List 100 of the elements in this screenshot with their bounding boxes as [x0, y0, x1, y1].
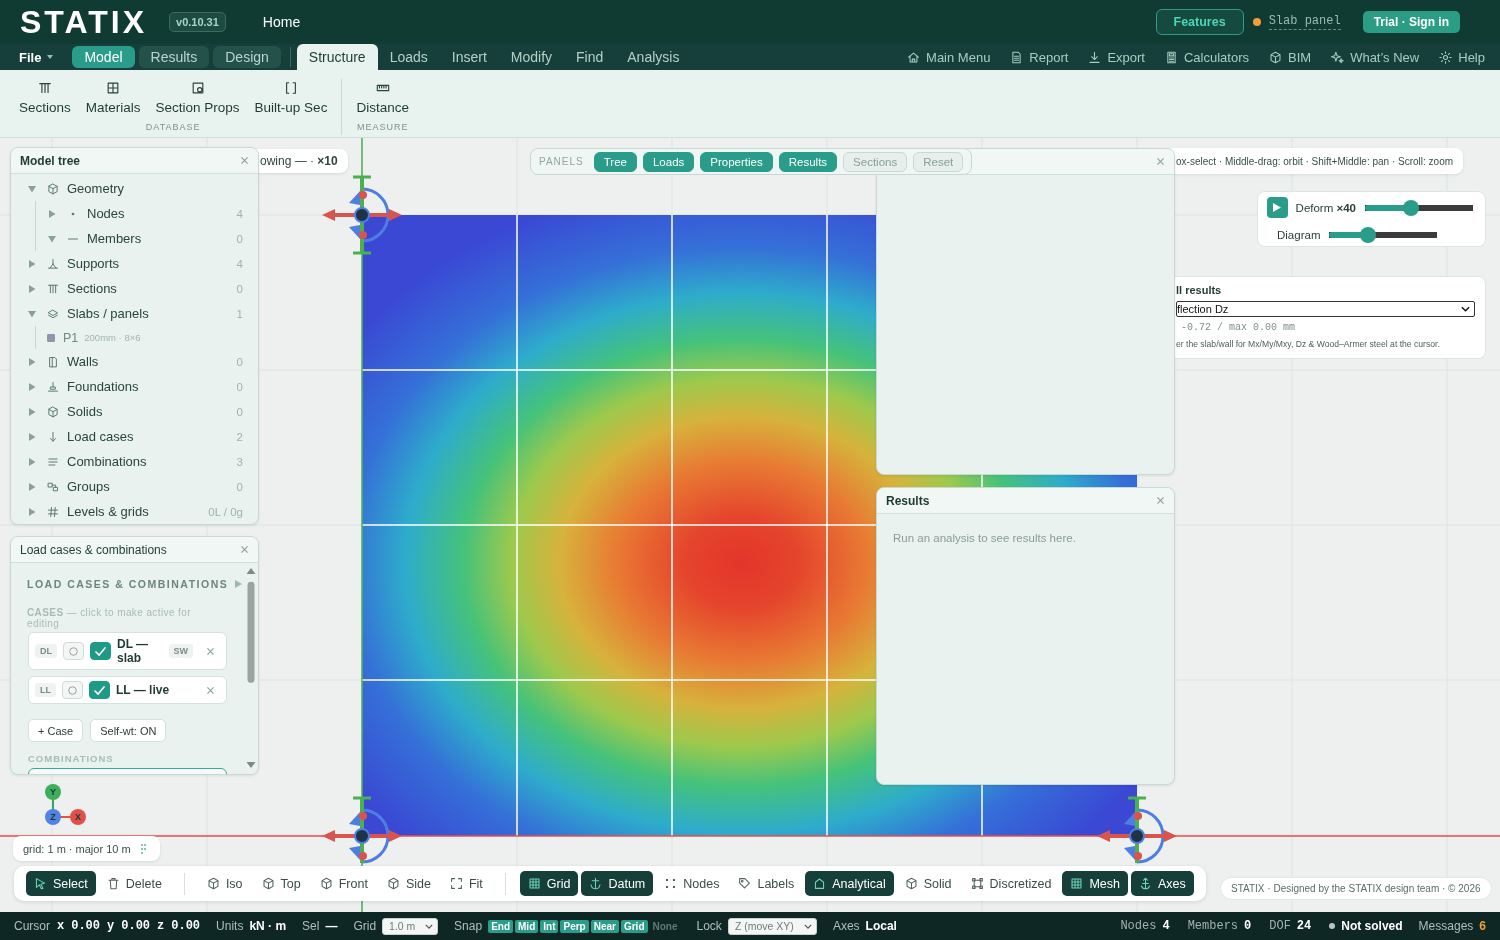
menu-link[interactable]: BIM: [1269, 49, 1312, 65]
close-icon[interactable]: [207, 686, 214, 694]
toolbar-button[interactable]: Iso: [198, 871, 251, 896]
caret-down-icon[interactable]: [28, 309, 36, 318]
tree-item[interactable]: Slabs / panels: [67, 306, 149, 321]
ribbon-tab[interactable]: Modify: [498, 44, 565, 70]
toolbar-button[interactable]: Mesh: [1062, 871, 1128, 896]
menu-link[interactable]: What’s New: [1331, 49, 1420, 65]
tree-item[interactable]: Geometry: [67, 181, 125, 196]
self-weight-button[interactable]: Self-wt: ON: [90, 719, 167, 742]
status-label: Sel: [302, 919, 320, 933]
visibility-checkbox[interactable]: [89, 681, 110, 699]
tree-item[interactable]: Nodes: [87, 206, 125, 221]
close-icon[interactable]: [1157, 158, 1164, 165]
caret-right-icon[interactable]: [28, 259, 36, 268]
play-button[interactable]: [1267, 197, 1288, 218]
result-type-select[interactable]: flection Dz: [1176, 301, 1475, 317]
cube-icon: [47, 182, 59, 195]
caret-right-icon[interactable]: [235, 580, 243, 588]
mode-tab[interactable]: Results: [138, 46, 210, 68]
menu-link[interactable]: Main Menu: [907, 49, 991, 65]
toolbar-button[interactable]: Fit: [441, 871, 491, 896]
caret-right-icon[interactable]: [48, 209, 56, 218]
tree-item[interactable]: Foundations: [67, 379, 139, 394]
tree-item[interactable]: Sections: [67, 281, 117, 296]
toolbar-button[interactable]: Datum: [581, 871, 654, 896]
active-radio[interactable]: [63, 642, 84, 660]
mode-tab[interactable]: Design: [213, 46, 281, 68]
caret-right-icon[interactable]: [28, 482, 36, 491]
ribbon-tool-button[interactable]: Materials: [79, 79, 147, 117]
move-gizmo[interactable]: [322, 796, 402, 864]
toolbar-button[interactable]: Discretized: [962, 871, 1060, 896]
empty-state-message: Run an analysis to see results here.: [892, 531, 1077, 546]
lock-select[interactable]: Z (move XY): [727, 917, 817, 935]
ribbon-tool-button[interactable]: Sections: [13, 79, 77, 117]
caret-down-icon[interactable]: [48, 234, 56, 243]
toolbar-button[interactable]: Nodes: [656, 871, 728, 896]
caret-right-icon[interactable]: [28, 284, 36, 293]
item-count: 0L / 0g: [208, 505, 243, 518]
close-icon[interactable]: [1157, 497, 1164, 504]
caret-right-icon[interactable]: [28, 432, 36, 441]
ribbon-tab[interactable]: Find: [564, 44, 616, 70]
ribbon-tool-button[interactable]: Distance: [350, 79, 415, 117]
file-menu[interactable]: File: [19, 49, 54, 65]
cube-icon: [47, 405, 59, 418]
tree-item[interactable]: Members: [87, 231, 142, 246]
circle-icon: [68, 685, 77, 695]
toolbar-button[interactable]: Delete: [98, 871, 170, 896]
slider-thumb[interactable]: [1359, 227, 1376, 243]
menu-link[interactable]: Export: [1088, 49, 1145, 65]
move-gizmo[interactable]: [322, 175, 402, 255]
tree-item[interactable]: Combinations: [67, 454, 147, 469]
features-button[interactable]: Features: [1155, 9, 1244, 35]
active-radio[interactable]: [62, 681, 83, 699]
ribbon-tab[interactable]: Structure: [296, 44, 378, 70]
close-icon[interactable]: [207, 647, 214, 655]
tree-item[interactable]: Load cases: [67, 429, 134, 444]
add-case-button[interactable]: + Case: [28, 719, 84, 742]
menu-link[interactable]: Report: [1010, 49, 1069, 65]
toolbar-button[interactable]: Top: [253, 871, 309, 896]
caret-right-icon[interactable]: [28, 407, 36, 416]
tree-item[interactable]: Levels & grids: [67, 504, 149, 519]
ribbon-tool-button[interactable]: Built-up Sec: [248, 79, 334, 117]
ribbon-tool-button[interactable]: Section Props: [149, 79, 246, 117]
tree-item[interactable]: Groups: [67, 479, 110, 494]
toolbar-button[interactable]: Grid: [519, 871, 579, 896]
visibility-checkbox[interactable]: [90, 642, 111, 660]
caret-right-icon[interactable]: [28, 382, 36, 391]
grid-size-select[interactable]: 1.0 m: [382, 917, 439, 935]
toolbar-button[interactable]: Analytical: [805, 871, 894, 896]
menu-link[interactable]: Calculators: [1164, 49, 1249, 65]
close-icon[interactable]: [241, 157, 248, 164]
count-label: DOF: [1269, 919, 1291, 933]
home-link[interactable]: Home: [262, 14, 301, 30]
toolbar-button[interactable]: Select: [26, 871, 96, 896]
menu-link[interactable]: Help: [1439, 49, 1485, 65]
toolbar-button[interactable]: Side: [378, 871, 439, 896]
slider-thumb[interactable]: [1402, 199, 1419, 216]
toolbar-button[interactable]: Solid: [896, 871, 960, 896]
ribbon-tab[interactable]: Insert: [439, 44, 499, 70]
caret-right-icon[interactable]: [28, 507, 36, 516]
caret-right-icon[interactable]: [28, 457, 36, 466]
toolbar-button[interactable]: Labels: [730, 871, 803, 896]
item-detail: 200mm · 8×6: [84, 332, 141, 343]
ribbon-tab[interactable]: Loads: [377, 44, 440, 70]
tree-item[interactable]: Supports: [67, 256, 120, 271]
caret-down-icon[interactable]: [28, 184, 36, 193]
tree-item[interactable]: Solids: [67, 404, 103, 419]
load-case-card[interactable]: LL LL — live: [28, 676, 227, 704]
toolbar-button[interactable]: Axes: [1131, 871, 1194, 896]
move-gizmo[interactable]: [1097, 796, 1177, 864]
toolbar-button[interactable]: Front: [311, 871, 376, 896]
caret-right-icon[interactable]: [28, 357, 36, 366]
drag-handle-icon[interactable]: [140, 843, 146, 854]
tree-item[interactable]: Walls: [67, 354, 99, 369]
app-logo[interactable]: STATIX: [20, 6, 148, 38]
close-icon[interactable]: [241, 546, 248, 553]
ribbon-tab[interactable]: Analysis: [615, 44, 692, 70]
project-name[interactable]: Slab panel: [1268, 14, 1341, 30]
load-case-card[interactable]: DL DL — slab SW: [28, 632, 227, 670]
